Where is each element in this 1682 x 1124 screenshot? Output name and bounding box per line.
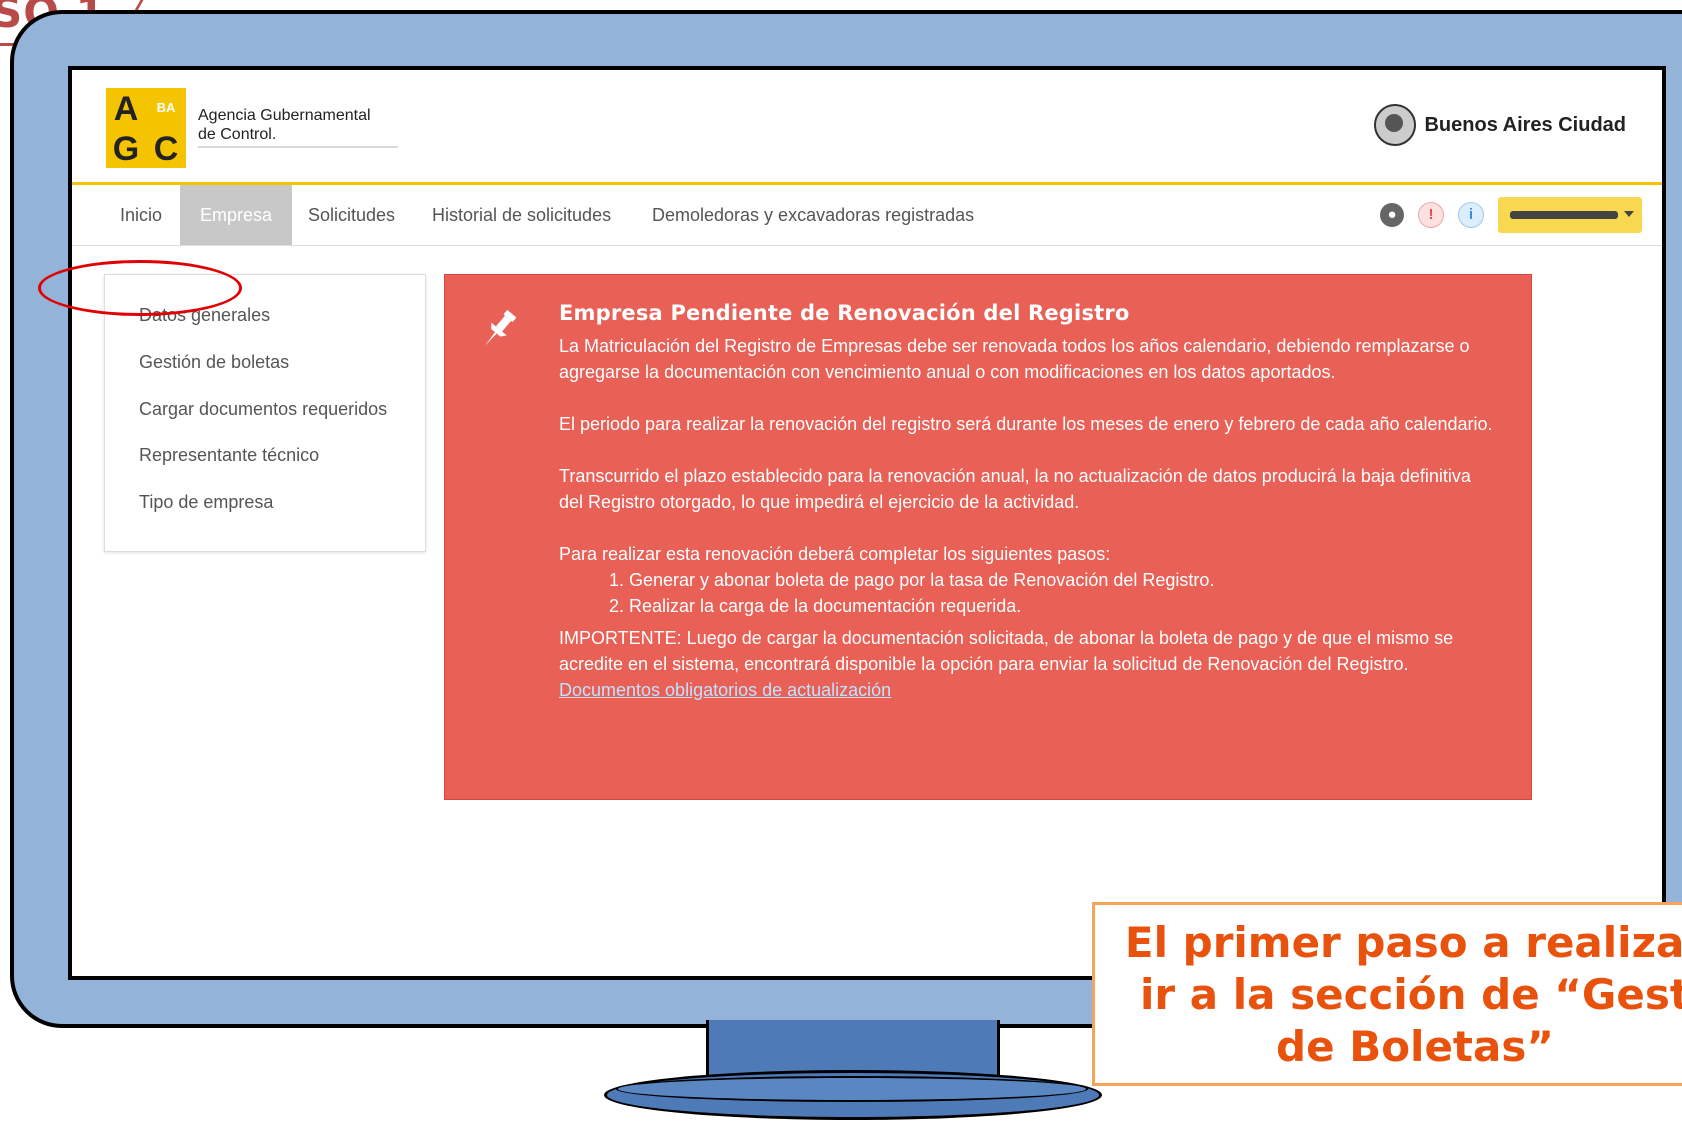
- logo-letter-c: C: [146, 128, 186, 168]
- monitor-frame: A BA G C Agencia Gubernamental de Contro…: [10, 10, 1682, 1028]
- logo-letter-a: A: [106, 88, 146, 128]
- logo-letter-g: G: [106, 128, 146, 168]
- chevron-down-icon: [1624, 211, 1634, 217]
- alert-paragraph: La Matriculación del Registro de Empresa…: [559, 336, 1470, 382]
- step-item: 2. Realizar la carga de la documentación…: [609, 596, 1022, 616]
- alert-body: La Matriculación del Registro de Empresa…: [559, 333, 1499, 703]
- sidebar-item-tipo-empresa[interactable]: Tipo de empresa: [139, 492, 273, 513]
- globe-icon[interactable]: ●: [1380, 203, 1404, 227]
- alert-title: Empresa Pendiente de Renovación del Regi…: [559, 301, 1130, 325]
- nav-solicitudes[interactable]: Solicitudes: [288, 185, 415, 245]
- documents-link[interactable]: Documentos obligatorios de actualización: [559, 680, 891, 700]
- site-header: A BA G C Agencia Gubernamental de Contro…: [72, 70, 1662, 182]
- agc-logo[interactable]: A BA G C: [106, 88, 186, 168]
- org-name: Agencia Gubernamental de Control.: [198, 107, 371, 143]
- callout-text: El primer paso a realizar ir a la secció…: [1124, 918, 1682, 1071]
- nav-empresa[interactable]: Empresa: [180, 185, 293, 245]
- pin-icon: [484, 310, 517, 346]
- alert-paragraph: Transcurrido el plazo establecido para l…: [559, 466, 1471, 512]
- info-icon[interactable]: i: [1458, 202, 1484, 228]
- nav-inicio[interactable]: Inicio: [100, 185, 182, 245]
- renewal-alert: Empresa Pendiente de Renovación del Regi…: [444, 274, 1532, 800]
- user-id-redacted: [1510, 211, 1618, 219]
- city-brand[interactable]: Buenos Aires Ciudad: [1374, 104, 1626, 146]
- logo-letter-ba: BA: [146, 88, 186, 128]
- instruction-callout: El primer paso a realizar ir a la secció…: [1092, 902, 1682, 1086]
- alert-important: IMPORTENTE: Luego de cargar la documenta…: [559, 628, 1454, 674]
- screen: A BA G C Agencia Gubernamental de Contro…: [68, 66, 1666, 980]
- step-item: 1. Generar y abonar boleta de pago por l…: [609, 570, 1215, 590]
- sidebar-item-representante[interactable]: Representante técnico: [139, 445, 319, 466]
- alert-paragraph: Para realizar esta renovación deberá com…: [559, 544, 1111, 564]
- sidebar-item-cargar-documentos[interactable]: Cargar documentos requeridos: [139, 399, 387, 420]
- steps-list: 1. Generar y abonar boleta de pago por l…: [559, 567, 1499, 619]
- monitor-base-top: [616, 1076, 1088, 1102]
- city-name: Buenos Aires Ciudad: [1424, 113, 1626, 136]
- org-underline: [198, 146, 398, 148]
- alert-paragraph: El periodo para realizar la renovación d…: [559, 414, 1493, 434]
- nav-demoledoras[interactable]: Demoledoras y excavadoras registradas: [632, 185, 994, 245]
- sidebar-item-gestion-boletas[interactable]: Gestión de boletas: [139, 352, 289, 373]
- user-menu-button[interactable]: [1498, 197, 1642, 233]
- highlight-oval: [38, 260, 242, 316]
- alert-icon[interactable]: !: [1418, 202, 1444, 228]
- nav-icons: ● ! i: [1380, 197, 1642, 233]
- main-nav: Inicio Empresa Solicitudes Historial de …: [72, 185, 1662, 246]
- city-emblem-icon: [1374, 104, 1417, 146]
- nav-historial[interactable]: Historial de solicitudes: [412, 185, 631, 245]
